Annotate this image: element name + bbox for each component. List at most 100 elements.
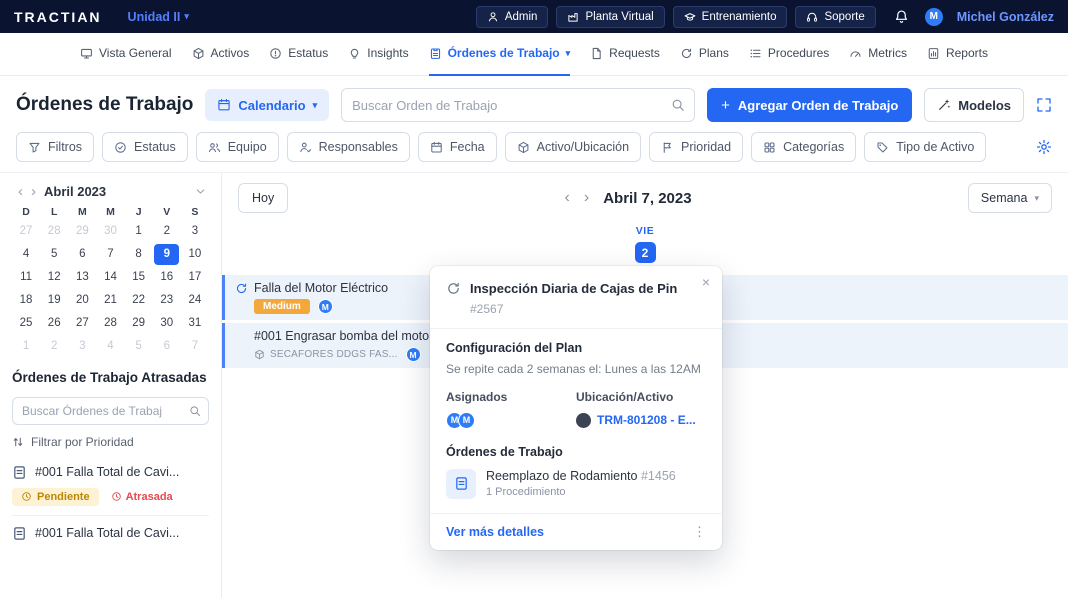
list-item[interactable]: #001 Falla Total de Cavi... bbox=[12, 515, 209, 550]
calendar-day[interactable]: 7 bbox=[98, 244, 123, 265]
search-input[interactable] bbox=[341, 88, 695, 122]
calendar-day[interactable]: 14 bbox=[98, 267, 123, 288]
calendar-day[interactable]: 1 bbox=[126, 221, 151, 242]
overdue-search-input[interactable] bbox=[12, 397, 209, 425]
work-order-item[interactable]: Reemplazo de Rodamiento #1456 1 Procedim… bbox=[446, 469, 706, 499]
calendar-day[interactable]: 4 bbox=[14, 244, 39, 265]
calendar-prev-button[interactable]: ‹ bbox=[14, 183, 27, 200]
notifications-button[interactable] bbox=[894, 9, 909, 24]
calendar-day[interactable]: 19 bbox=[42, 290, 67, 311]
close-icon[interactable]: × bbox=[702, 274, 710, 290]
list-item[interactable]: #001 Falla Total de Cavi... Pendiente At… bbox=[12, 455, 209, 515]
list-icon bbox=[749, 47, 762, 60]
filter-chip-activo-ubicacion[interactable]: Activo/Ubicación bbox=[505, 132, 641, 162]
calendar-day[interactable]: 10 bbox=[182, 244, 207, 265]
more-details-link[interactable]: Ver más detalles bbox=[446, 525, 693, 539]
nav-item-estatus[interactable]: Estatus bbox=[269, 33, 328, 76]
nav-item-activos[interactable]: Activos bbox=[192, 33, 250, 76]
filter-priority-button[interactable]: Filtrar por Prioridad bbox=[12, 435, 209, 449]
filter-chip-prioridad[interactable]: Prioridad bbox=[649, 132, 743, 162]
nav-item-requests[interactable]: Requests bbox=[590, 33, 660, 76]
planta-virtual-button[interactable]: Planta Virtual bbox=[556, 6, 664, 28]
today-button[interactable]: Hoy bbox=[238, 183, 288, 213]
calendar-day[interactable]: 6 bbox=[154, 336, 179, 357]
filter-chip-tipo-de-activo[interactable]: Tipo de Activo bbox=[864, 132, 986, 162]
calendar-day[interactable]: 25 bbox=[14, 313, 39, 334]
filter-chip-equipo[interactable]: Equipo bbox=[196, 132, 279, 162]
filter-chip-responsables[interactable]: Responsables bbox=[287, 132, 410, 162]
nav-item-metrics[interactable]: Metrics bbox=[849, 33, 907, 76]
nav-item-vista-general[interactable]: Vista General bbox=[80, 33, 172, 76]
calendar-day[interactable]: 5 bbox=[42, 244, 67, 265]
calendar-day[interactable]: 6 bbox=[70, 244, 95, 265]
fullscreen-button[interactable] bbox=[1036, 97, 1052, 113]
calendar-day[interactable]: 28 bbox=[98, 313, 123, 334]
calendar-day[interactable]: 29 bbox=[70, 221, 95, 242]
prev-period-button[interactable]: ‹ bbox=[565, 190, 570, 206]
admin-button[interactable]: Admin bbox=[476, 6, 549, 28]
nav-item-insights[interactable]: Insights bbox=[348, 33, 408, 76]
calendar-day[interactable]: 28 bbox=[42, 221, 67, 242]
calendar-day[interactable]: 1 bbox=[14, 336, 39, 357]
nav-item-procedures[interactable]: Procedures bbox=[749, 33, 829, 76]
calendar-next-button[interactable]: › bbox=[27, 183, 40, 200]
calendar-day[interactable]: 20 bbox=[70, 290, 95, 311]
filter-chip-fecha[interactable]: Fecha bbox=[418, 132, 497, 162]
nav-item-plans[interactable]: Plans bbox=[680, 33, 729, 76]
next-period-button[interactable]: › bbox=[584, 190, 589, 206]
calendar-day[interactable]: 5 bbox=[126, 336, 151, 357]
calendar-day[interactable]: 27 bbox=[70, 313, 95, 334]
soporte-button[interactable]: Soporte bbox=[795, 6, 875, 28]
event-asset-label: SECAFORES DDGS FAS... bbox=[270, 349, 398, 360]
calendar-day[interactable]: 16 bbox=[154, 267, 179, 288]
calendar-day[interactable]: 21 bbox=[98, 290, 123, 311]
calendar-day[interactable]: 22 bbox=[126, 290, 151, 311]
calendar-day[interactable]: 18 bbox=[14, 290, 39, 311]
calendar-day[interactable]: 29 bbox=[126, 313, 151, 334]
nav-item-reports[interactable]: Reports bbox=[927, 33, 988, 76]
entrenamiento-button[interactable]: Entrenamiento bbox=[673, 6, 788, 28]
calendar-day[interactable]: 4 bbox=[98, 336, 123, 357]
calendar-day[interactable]: 8 bbox=[126, 244, 151, 265]
asset-icon bbox=[254, 349, 265, 360]
calendar-day[interactable]: 2 bbox=[42, 336, 67, 357]
calendar-day[interactable]: 7 bbox=[182, 336, 207, 357]
calendar-day[interactable]: 30 bbox=[98, 221, 123, 242]
filter-chip-filtros[interactable]: Filtros bbox=[16, 132, 94, 162]
calendar-day[interactable]: 23 bbox=[154, 290, 179, 311]
unit-selector[interactable]: Unidad II ▾ bbox=[128, 10, 189, 24]
add-work-order-button[interactable]: + Agregar Orden de Trabajo bbox=[707, 88, 912, 122]
calendar-day[interactable]: 27 bbox=[14, 221, 39, 242]
bell-icon bbox=[894, 9, 909, 24]
filter-chip-categorias[interactable]: Categorías bbox=[751, 132, 856, 162]
user-name[interactable]: Michel González bbox=[957, 10, 1054, 24]
brand-logo: TRACTIAN bbox=[14, 9, 102, 25]
calendar-day[interactable]: 11 bbox=[14, 267, 39, 288]
calendar-day[interactable]: 9 bbox=[154, 244, 179, 265]
calendar-collapse-button[interactable] bbox=[194, 185, 207, 198]
calendar-day[interactable]: 3 bbox=[182, 221, 207, 242]
filter-chip-estatus[interactable]: Estatus bbox=[102, 132, 188, 162]
calendar-day[interactable]: 3 bbox=[70, 336, 95, 357]
view-mode-selector[interactable]: Semana ▾ bbox=[968, 183, 1052, 213]
view-selector-calendario[interactable]: Calendario ▾ bbox=[205, 89, 329, 121]
calendar-day[interactable]: 26 bbox=[42, 313, 67, 334]
calendar-settings-button[interactable] bbox=[1036, 139, 1052, 155]
calendar-day[interactable]: 31 bbox=[182, 313, 207, 334]
calendar-day[interactable]: 2 bbox=[154, 221, 179, 242]
kebab-menu-icon[interactable]: ⋮ bbox=[693, 524, 706, 540]
day-of-week-label: S bbox=[181, 206, 209, 218]
popup-header: × Inspección Diaria de Cajas de Pin #256… bbox=[430, 266, 722, 328]
calendar-day[interactable]: 30 bbox=[154, 313, 179, 334]
overdue-list: #001 Falla Total de Cavi... Pendiente At… bbox=[12, 455, 209, 550]
day-number-badge[interactable]: 2 bbox=[635, 242, 656, 263]
models-button[interactable]: Modelos bbox=[924, 88, 1024, 122]
location-link[interactable]: TRM-801208 - E... bbox=[597, 413, 696, 427]
calendar-day[interactable]: 13 bbox=[70, 267, 95, 288]
nav-item-ordenes-de-trabajo[interactable]: Órdenes de Trabajo ▾ bbox=[429, 33, 571, 76]
calendar-day[interactable]: 12 bbox=[42, 267, 67, 288]
calendar-day[interactable]: 24 bbox=[182, 290, 207, 311]
calendar-day[interactable]: 17 bbox=[182, 267, 207, 288]
calendar-day[interactable]: 15 bbox=[126, 267, 151, 288]
user-avatar[interactable]: M bbox=[925, 8, 943, 26]
